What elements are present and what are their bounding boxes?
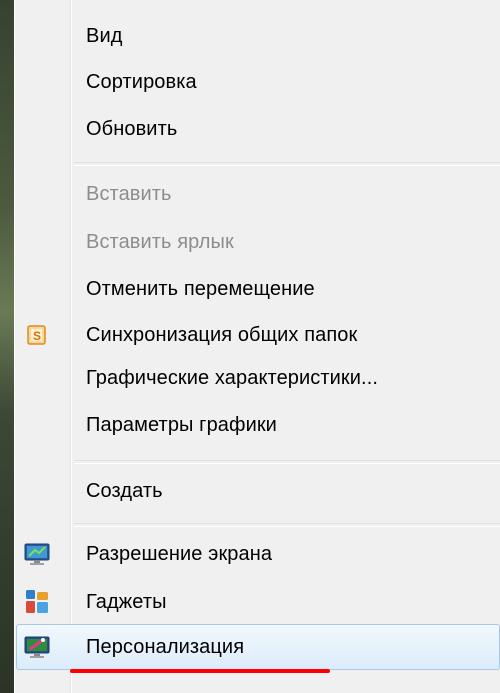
menu-item-label: Вставить ярлык: [86, 230, 234, 253]
context-menu: Вид Сортировка Обновить Вставить Вставит…: [14, 0, 500, 693]
menu-item-sort[interactable]: Сортировка: [14, 60, 500, 104]
menu-item-label: Сортировка: [86, 70, 197, 93]
menu-item-label: Разрешение экрана: [86, 542, 273, 565]
menu-item-graphics-options[interactable]: Параметры графики: [14, 403, 500, 447]
menu-item-label: Создать: [86, 479, 163, 502]
menu-separator: [74, 162, 500, 166]
menu-item-gadgets[interactable]: Гаджеты: [14, 580, 500, 624]
display-icon: [22, 539, 52, 569]
menu-item-label: Отменить перемещение: [86, 277, 315, 300]
menu-item-sync-shared-folders[interactable]: S Синхронизация общих папок: [14, 313, 500, 357]
menu-item-label: Вставить: [86, 182, 172, 205]
menu-item-label: Синхронизация общих папок: [86, 323, 358, 346]
svg-text:S: S: [33, 329, 41, 343]
menu-item-label: Обновить: [86, 117, 178, 140]
menu-item-screen-resolution[interactable]: Разрешение экрана: [14, 532, 500, 576]
sync-icon: S: [22, 320, 52, 350]
menu-item-label: Персонализация: [86, 635, 245, 658]
menu-item-undo-move[interactable]: Отменить перемещение: [14, 267, 500, 311]
menu-item-graphics-properties[interactable]: Графические характеристики...: [14, 356, 500, 400]
menu-separator: [74, 523, 500, 527]
menu-item-paste: Вставить: [14, 172, 500, 216]
desktop-background: [0, 0, 14, 693]
gadgets-icon: [22, 587, 52, 617]
menu-item-refresh[interactable]: Обновить: [14, 107, 500, 151]
menu-item-label: Графические характеристики...: [86, 366, 379, 389]
menu-item-label: Гаджеты: [86, 590, 167, 613]
menu-item-label: Параметры графики: [86, 413, 277, 436]
menu-item-new[interactable]: Создать: [14, 469, 500, 513]
annotation-underline: [70, 669, 330, 673]
menu-item-label: Вид: [86, 24, 123, 47]
menu-item-paste-shortcut: Вставить ярлык: [14, 220, 500, 264]
menu-separator: [74, 460, 500, 464]
menu-item-personalize[interactable]: Персонализация: [14, 625, 500, 669]
personalize-icon: [22, 632, 52, 662]
menu-item-view[interactable]: Вид: [14, 14, 500, 58]
